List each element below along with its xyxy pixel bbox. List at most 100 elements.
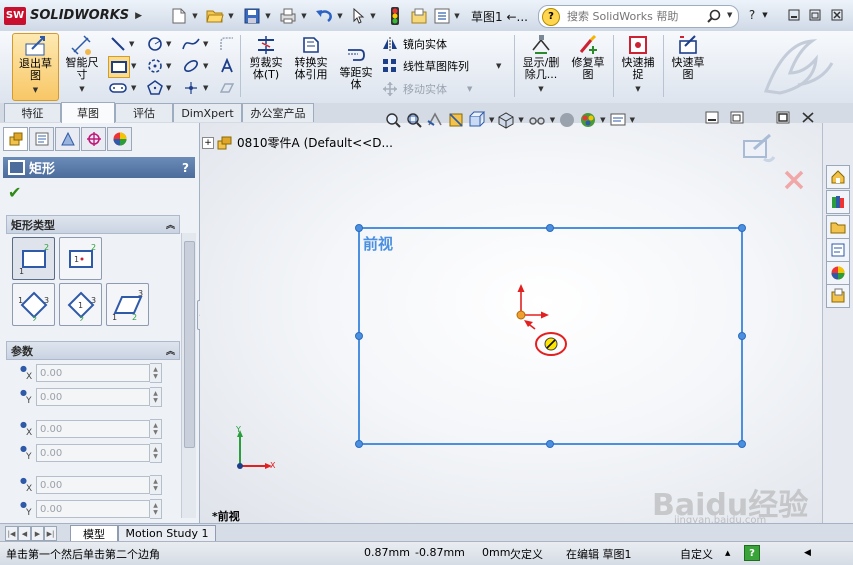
line-tool-icon[interactable] (108, 34, 128, 54)
unit-system-selector[interactable]: 自定义 (680, 546, 713, 562)
sketch-rectangle[interactable] (358, 227, 743, 445)
slot-dropdown-icon[interactable]: ▼ (131, 84, 136, 92)
configuration-manager-tab-icon[interactable] (55, 127, 80, 151)
tab-sketch[interactable]: 草图 (61, 102, 115, 123)
show-hide-relations-button[interactable]: 显示/删 除几... ▼ (517, 33, 565, 99)
options-dropdown-icon[interactable]: ▼ (452, 6, 462, 25)
spline-dropdown-icon[interactable]: ▼ (203, 40, 208, 48)
pm-help-icon[interactable]: ? (182, 161, 189, 175)
spin-button[interactable]: ▲ ▼ (150, 387, 162, 407)
collapse-chevron-icon[interactable]: ︽ (166, 218, 175, 231)
mirror-entities-button[interactable]: 镜向实体 (381, 35, 447, 53)
undo-dropdown-icon[interactable]: ▼ (335, 6, 345, 25)
center-rectangle-option[interactable]: 12 (59, 237, 102, 280)
save-icon[interactable] (241, 6, 263, 25)
logo-menu-arrow-icon[interactable]: ▶ (135, 11, 142, 21)
x-coordinate-field[interactable]: 0.00 (36, 476, 150, 494)
arc-dropdown-icon[interactable]: ▼ (166, 62, 171, 70)
print-dropdown-icon[interactable]: ▼ (299, 6, 309, 25)
quick-snaps-button[interactable]: 快速捕 捉 ▼ (616, 33, 660, 99)
file-properties-icon[interactable] (409, 6, 429, 25)
sketch-point[interactable] (738, 440, 746, 448)
point-dropdown-icon[interactable]: ▼ (203, 84, 208, 92)
smart-dimension-button[interactable]: 智能尺 寸 ▼ (60, 33, 104, 99)
spin-button[interactable]: ▲ ▼ (150, 475, 162, 495)
ellipse-tool-icon[interactable] (181, 56, 201, 76)
polygon-tool-icon[interactable] (145, 78, 165, 98)
help-search-input[interactable] (565, 9, 709, 24)
custom-properties-icon[interactable] (826, 284, 850, 308)
undo-icon[interactable] (313, 6, 335, 25)
unit-system-dropdown-icon[interactable]: ▲ (725, 549, 730, 557)
graphics-area[interactable]: ▼ ▼ ▼ ▼ ▼ + 0810零件A (Default<<D... 前视 Y … (200, 111, 822, 526)
collapse-chevron-icon[interactable]: ︽ (166, 344, 175, 357)
convert-entities-button[interactable]: 转换实 体引用 (289, 33, 333, 99)
sketch-origin[interactable] (516, 284, 549, 320)
feature-manager-tab-icon[interactable] (3, 127, 28, 151)
polygon-dropdown-icon[interactable]: ▼ (166, 84, 171, 92)
first-tab-arrow-icon[interactable]: |◀ (5, 526, 18, 541)
rapid-sketch-button[interactable]: 快速草 图 (666, 33, 710, 99)
arc-tool-icon[interactable] (145, 56, 165, 76)
ok-check-icon[interactable]: ✔ (8, 183, 21, 202)
parameters-group-header[interactable]: 参数 ︽ (6, 341, 180, 360)
select-dropdown-icon[interactable]: ▼ (368, 6, 378, 25)
minimize-icon[interactable] (785, 6, 803, 23)
repair-sketch-button[interactable]: 修复草 图 (566, 33, 610, 99)
next-tab-arrow-icon[interactable]: ▶ (31, 526, 44, 541)
file-explorer-icon[interactable] (826, 215, 850, 239)
resources-home-icon[interactable] (826, 165, 850, 189)
select-icon[interactable] (350, 6, 368, 25)
text-tool-icon[interactable] (217, 56, 237, 76)
parallelogram-option[interactable]: 1 3 2 (106, 283, 149, 326)
exit-sketch-button[interactable]: 退出草 图 ▼ (12, 33, 59, 101)
sketch-point[interactable] (546, 440, 554, 448)
prev-tab-arrow-icon[interactable]: ◀ (18, 526, 31, 541)
restore-icon[interactable] (806, 6, 824, 23)
tab-evaluate[interactable]: 评估 (115, 103, 173, 122)
sketch-point[interactable] (355, 332, 363, 340)
tab-model[interactable]: 模型 (70, 525, 118, 542)
x-coordinate-field[interactable]: 0.00 (36, 364, 150, 382)
line-dropdown-icon[interactable]: ▼ (129, 40, 134, 48)
spin-button[interactable]: ▲ ▼ (150, 499, 162, 519)
y-coordinate-field[interactable]: 0.00 (36, 388, 150, 406)
solidworks-logo[interactable]: SW SOLIDWORKS ▶ (4, 6, 142, 25)
linear-pattern-button[interactable]: 线性草图阵列 ▼ (381, 57, 501, 75)
corner-rectangle-option[interactable]: 12 (12, 237, 55, 280)
y-coordinate-field[interactable]: 0.00 (36, 500, 150, 518)
property-manager-tab-icon[interactable] (29, 127, 54, 151)
point-tool-icon[interactable] (181, 78, 201, 98)
spline-tool-icon[interactable] (181, 34, 201, 54)
sketch-point[interactable] (738, 224, 746, 232)
design-library-icon[interactable] (826, 190, 850, 214)
tab-motion-study[interactable]: Motion Study 1 (118, 525, 216, 542)
help-dropdown-icon[interactable]: ▼ (760, 6, 770, 23)
ellipse-dropdown-icon[interactable]: ▼ (203, 62, 208, 70)
dimxpert-manager-tab-icon[interactable] (81, 127, 106, 151)
scrollbar-thumb[interactable] (184, 241, 195, 448)
search-icon[interactable] (706, 9, 722, 23)
trim-entities-button[interactable]: 剪裁实 体(T) (244, 33, 288, 99)
sketch-point[interactable] (355, 440, 363, 448)
help-search-box[interactable]: ? ▼ (538, 5, 739, 28)
open-dropdown-icon[interactable]: ▼ (226, 6, 236, 25)
sketch-point[interactable] (738, 332, 746, 340)
sketch-fillet-icon[interactable] (217, 34, 237, 54)
print-icon[interactable] (277, 6, 299, 25)
rectangle-tool-icon[interactable] (108, 56, 130, 78)
appearances-icon[interactable] (826, 261, 850, 285)
view-palette-icon[interactable] (826, 238, 850, 262)
move-entities-button[interactable]: 移动实体 ▼ (381, 80, 472, 98)
linear-pattern-dropdown-icon[interactable]: ▼ (496, 62, 501, 70)
save-dropdown-icon[interactable]: ▼ (263, 6, 273, 25)
status-collapse-arrow-icon[interactable]: ◀ (804, 548, 811, 558)
tab-office-products[interactable]: 办公室产品 (242, 103, 314, 122)
options-icon[interactable] (432, 6, 452, 25)
3-point-corner-rectangle-option[interactable]: 1 3 2 (12, 283, 55, 326)
sketch-point[interactable] (355, 224, 363, 232)
y-coordinate-field[interactable]: 0.00 (36, 444, 150, 462)
open-icon[interactable] (204, 6, 226, 25)
circle-tool-icon[interactable] (145, 34, 165, 54)
panel-scrollbar[interactable] (181, 233, 196, 518)
